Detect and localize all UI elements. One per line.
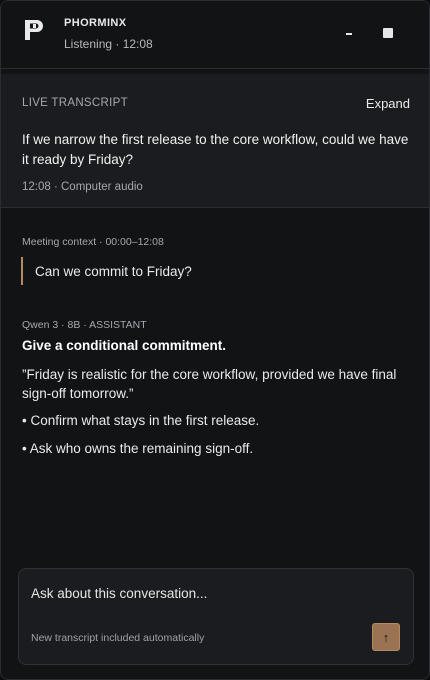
context-question-quote: Can we commit to Friday?: [21, 257, 192, 285]
live-transcript-label: LIVE TRANSCRIPT: [22, 97, 128, 109]
context-question: Can we commit to Friday?: [35, 263, 192, 279]
send-button[interactable]: ↑: [372, 623, 400, 651]
maximize-icon: [383, 28, 393, 38]
meeting-context-label: Meeting context · 00:00–12:08: [22, 236, 164, 248]
assistant-model-label: Qwen 3 · 8B · ASSISTANT: [22, 319, 147, 331]
answer-body: ”Friday is realistic for the core workfl…: [22, 367, 397, 401]
live-transcript-text: If we narrow the first release to the co…: [22, 132, 409, 167]
maximize-button[interactable]: [376, 21, 400, 45]
app-window: PHORMINX Listening · 12:08 LIVE TRANSCRI…: [0, 0, 430, 680]
expand-button[interactable]: Expand: [366, 96, 410, 111]
ask-input[interactable]: [31, 583, 371, 603]
answer-bullet: • Confirm what stays in the first releas…: [22, 413, 260, 428]
arrow-up-icon: ↑: [382, 629, 390, 645]
answer-title: Give a conditional commitment.: [22, 338, 227, 353]
composer-hint: New transcript included automatically: [31, 632, 205, 644]
phorminx-logo-icon: [25, 20, 43, 40]
composer: New transcript included automatically ↑: [18, 568, 414, 665]
answer-bullet: • Ask who owns the remaining sign-off.: [22, 441, 254, 456]
minimize-icon: [346, 33, 352, 35]
app-name: PHORMINX: [64, 17, 127, 29]
listening-status: Listening · 12:08: [64, 37, 153, 51]
live-transcript-panel: LIVE TRANSCRIPT Expand If we narrow the …: [1, 74, 429, 208]
live-transcript-meta: 12:08 · Computer audio: [22, 181, 143, 193]
title-bar: PHORMINX Listening · 12:08: [1, 1, 429, 69]
minimize-button[interactable]: [337, 21, 361, 45]
